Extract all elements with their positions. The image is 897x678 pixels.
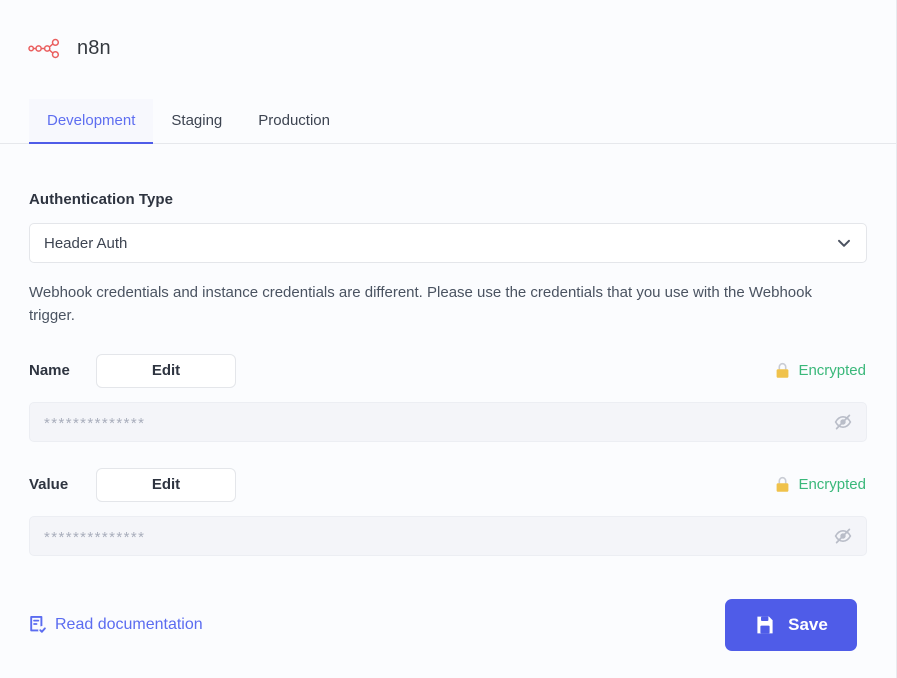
tab-staging[interactable]: Staging — [153, 99, 240, 144]
n8n-logo-icon — [28, 38, 60, 59]
encrypted-text-name: Encrypted — [798, 362, 866, 379]
document-check-icon — [30, 615, 47, 634]
tab-production[interactable]: Production — [240, 99, 348, 144]
save-button-label: Save — [788, 615, 828, 634]
encrypted-text-value: Encrypted — [798, 476, 866, 493]
environment-tabs: Development Staging Production — [0, 82, 896, 144]
credential-label-value: Value — [29, 476, 69, 493]
edit-button-name[interactable]: Edit — [96, 353, 236, 388]
eye-off-icon-name[interactable] — [833, 412, 853, 432]
lock-icon — [777, 362, 789, 378]
lock-icon — [777, 476, 789, 492]
credential-input-value[interactable]: ************** — [29, 515, 867, 556]
credential-form: Authentication Type Header Auth Webhook … — [0, 191, 896, 556]
auth-type-label: Authentication Type — [29, 191, 174, 208]
encrypted-badge-name: Encrypted — [775, 362, 867, 379]
masked-value-name: ************** — [44, 414, 146, 432]
app-header: n8n — [0, 0, 896, 70]
credential-row-value: Value Edit Encrypted — [29, 467, 867, 502]
credential-label-name: Name — [29, 362, 70, 379]
credential-input-name[interactable]: ************** — [29, 401, 867, 442]
form-footer: Read documentation Save — [29, 599, 857, 651]
read-documentation-link[interactable]: Read documentation — [29, 615, 203, 636]
auth-type-selected-value: Header Auth — [44, 234, 128, 252]
credential-row-name: Name Edit Encrypted — [29, 353, 867, 388]
encrypted-badge-value: Encrypted — [775, 476, 867, 493]
save-button[interactable]: Save — [725, 599, 857, 651]
masked-value-value: ************** — [44, 528, 146, 546]
floppy-disk-save-icon — [757, 616, 773, 634]
auth-type-select[interactable]: Header Auth — [29, 223, 867, 263]
chevron-down-icon — [838, 239, 850, 247]
app-title: n8n — [77, 37, 111, 59]
tab-development[interactable]: Development — [29, 99, 154, 144]
edit-button-value[interactable]: Edit — [96, 467, 236, 502]
eye-off-icon-value[interactable] — [833, 526, 853, 546]
credential-editor-window: n8n Development Staging Production Authe… — [0, 0, 897, 678]
webhook-credentials-note: Webhook credentials and instance credent… — [29, 284, 812, 325]
read-documentation-label: Read documentation — [55, 616, 203, 633]
